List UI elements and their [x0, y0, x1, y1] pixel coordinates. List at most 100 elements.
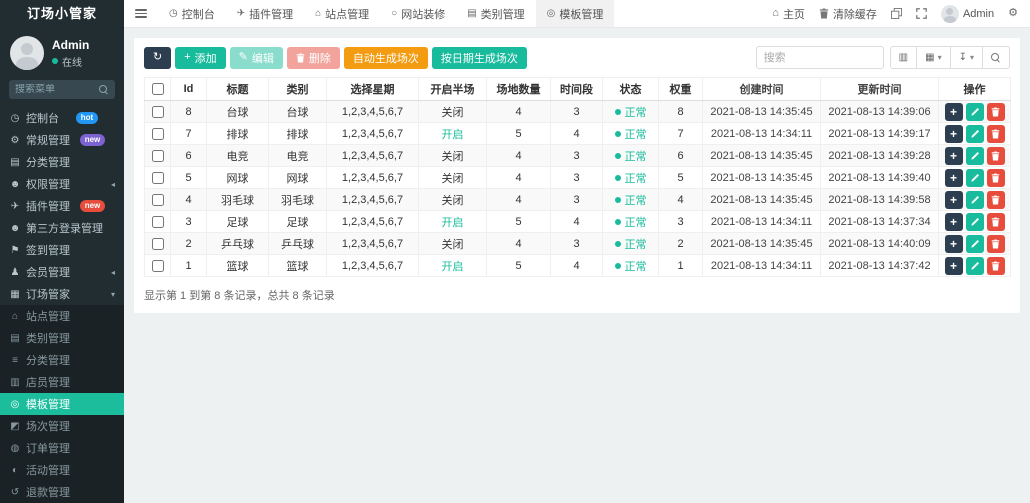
sidebar-subitem[interactable]: ↺ 退款管理 — [0, 481, 124, 503]
nav-tab[interactable]: ○ 网站装修 — [380, 0, 456, 27]
delete-button[interactable]: 删除 — [287, 47, 340, 69]
row-checkbox[interactable] — [152, 150, 164, 162]
home-link[interactable]: ⌂ 主页 — [772, 6, 805, 22]
row-edit-button[interactable] — [966, 235, 984, 253]
row-edit-button[interactable] — [966, 191, 984, 209]
row-edit-button[interactable] — [966, 147, 984, 165]
column-header[interactable]: Id — [171, 78, 207, 101]
column-header[interactable]: 类别 — [269, 78, 327, 101]
row-add-button[interactable]: + — [945, 235, 963, 253]
export-button[interactable]: ↧ ▾ — [951, 46, 983, 69]
nav-tab[interactable]: ⌂ 站点管理 — [304, 0, 380, 27]
row-checkbox[interactable] — [152, 260, 164, 272]
sidebar-item[interactable]: ♟ 会员管理 ◂ — [0, 261, 124, 283]
table-search-input[interactable] — [756, 46, 884, 69]
row-edit-button[interactable] — [966, 213, 984, 231]
column-header[interactable]: 场地数量 — [487, 78, 551, 101]
row-delete-button[interactable] — [987, 125, 1005, 143]
row-checkbox[interactable] — [152, 238, 164, 250]
row-add-button[interactable]: + — [945, 103, 963, 121]
settings-button[interactable]: ⚙ — [1008, 8, 1018, 19]
column-header[interactable]: 状态 — [603, 78, 659, 101]
add-button[interactable]: + 添加 — [175, 47, 225, 69]
nav-tab[interactable]: ✈ 插件管理 — [226, 0, 304, 27]
row-checkbox[interactable] — [152, 128, 164, 140]
table-row[interactable]: 4 羽毛球 羽毛球 1,2,3,4,5,6,7 关闭 4 3 — [145, 189, 1011, 211]
sidebar-subitem[interactable]: ⌂ 站点管理 — [0, 305, 124, 327]
select-all-checkbox[interactable] — [152, 83, 164, 95]
row-add-button[interactable]: + — [945, 169, 963, 187]
sidebar-subitem[interactable]: ◩ 场次管理 — [0, 415, 124, 437]
row-edit-button[interactable] — [966, 125, 984, 143]
nav-tab[interactable]: ◷ 控制台 — [158, 0, 226, 27]
menu-item-label: 签到管理 — [26, 242, 70, 258]
column-header[interactable]: 操作 — [939, 78, 1011, 101]
sidebar-subitem[interactable]: ≡ 分类管理 — [0, 349, 124, 371]
sidebar-subitem[interactable]: ▥ 店员管理 — [0, 371, 124, 393]
sidebar-search-input[interactable] — [15, 84, 95, 95]
row-edit-button[interactable] — [966, 257, 984, 275]
row-add-button[interactable]: + — [945, 147, 963, 165]
sidebar-item[interactable]: ✈ 插件管理 new — [0, 195, 124, 217]
row-delete-button[interactable] — [987, 103, 1005, 121]
sidebar-subitem[interactable]: ◍ 订单管理 — [0, 437, 124, 459]
column-header[interactable]: 创建时间 — [703, 78, 821, 101]
row-checkbox[interactable] — [152, 172, 164, 184]
sidebar-subitem[interactable]: ◎ 模板管理 — [0, 393, 124, 415]
multitab-button[interactable] — [891, 8, 902, 19]
row-delete-button[interactable] — [987, 147, 1005, 165]
user-menu[interactable]: Admin — [941, 5, 994, 23]
row-checkbox[interactable] — [152, 194, 164, 206]
sidebar-item[interactable]: ▦ 订场管家 ▾ — [0, 283, 124, 305]
row-delete-button[interactable] — [987, 213, 1005, 231]
row-add-button[interactable]: + — [945, 125, 963, 143]
edit-button[interactable]: ✎ 编辑 — [230, 47, 283, 69]
row-edit-button[interactable] — [966, 103, 984, 121]
table-row[interactable]: 2 乒乓球 乒乓球 1,2,3,4,5,6,7 关闭 4 3 — [145, 233, 1011, 255]
row-checkbox[interactable] — [152, 106, 164, 118]
sidebar-item[interactable]: ☻ 第三方登录管理 — [0, 217, 124, 239]
fullscreen-button[interactable] — [916, 8, 927, 19]
columns-button[interactable]: ▦ ▾ — [917, 46, 950, 69]
table-row[interactable]: 8 台球 台球 1,2,3,4,5,6,7 关闭 4 3 — [145, 101, 1011, 123]
generate-by-date-button[interactable]: 按日期生成场次 — [432, 47, 527, 69]
sidebar-item[interactable]: ⚑ 签到管理 — [0, 239, 124, 261]
table-row[interactable]: 7 排球 排球 1,2,3,4,5,6,7 开启 5 4 — [145, 123, 1011, 145]
auto-generate-button[interactable]: 自动生成场次 — [344, 47, 428, 69]
sidebar-item[interactable]: ◷ 控制台 hot — [0, 107, 124, 129]
sidebar-subitem[interactable]: ▤ 类别管理 — [0, 327, 124, 349]
table-row[interactable]: 3 足球 足球 1,2,3,4,5,6,7 开启 5 4 — [145, 211, 1011, 233]
refresh-button[interactable]: ↻ — [144, 47, 171, 69]
row-delete-button[interactable] — [987, 235, 1005, 253]
clear-cache-button[interactable]: 清除缓存 — [819, 6, 877, 22]
row-edit-button[interactable] — [966, 169, 984, 187]
table-row[interactable]: 1 篮球 篮球 1,2,3,4,5,6,7 开启 5 4 — [145, 255, 1011, 277]
select-all-header[interactable] — [145, 78, 171, 101]
search-button[interactable] — [983, 46, 1010, 69]
nav-tab[interactable]: ▤ 类别管理 — [456, 0, 535, 27]
column-header[interactable]: 权重 — [659, 78, 703, 101]
row-delete-button[interactable] — [987, 257, 1005, 275]
column-header[interactable]: 标题 — [207, 78, 269, 101]
row-checkbox[interactable] — [152, 216, 164, 228]
nav-tab[interactable]: ◎ 模板管理 — [536, 0, 615, 27]
column-header[interactable]: 选择星期 — [327, 78, 419, 101]
sidebar-toggle-button[interactable] — [124, 0, 158, 27]
row-add-button[interactable]: + — [945, 213, 963, 231]
row-delete-button[interactable] — [987, 191, 1005, 209]
cell-updated-at: 2021-08-13 14:39:58 — [821, 189, 939, 211]
sidebar-item[interactable]: ▤ 分类管理 — [0, 151, 124, 173]
sidebar-subitem[interactable]: ◐ 活动管理 — [0, 459, 124, 481]
row-add-button[interactable]: + — [945, 191, 963, 209]
row-delete-button[interactable] — [987, 169, 1005, 187]
menu-item-label: 类别管理 — [26, 330, 70, 346]
sidebar-item[interactable]: ⚙ 常规管理 new — [0, 129, 124, 151]
toggle-view-button[interactable]: ▥ — [890, 46, 917, 69]
column-header[interactable]: 时间段 — [551, 78, 603, 101]
column-header[interactable]: 更新时间 — [821, 78, 939, 101]
table-row[interactable]: 6 电竞 电竞 1,2,3,4,5,6,7 关闭 4 3 — [145, 145, 1011, 167]
column-header[interactable]: 开启半场 — [419, 78, 487, 101]
sidebar-item[interactable]: ☻ 权限管理 ◂ — [0, 173, 124, 195]
row-add-button[interactable]: + — [945, 257, 963, 275]
table-row[interactable]: 5 网球 网球 1,2,3,4,5,6,7 关闭 4 3 — [145, 167, 1011, 189]
